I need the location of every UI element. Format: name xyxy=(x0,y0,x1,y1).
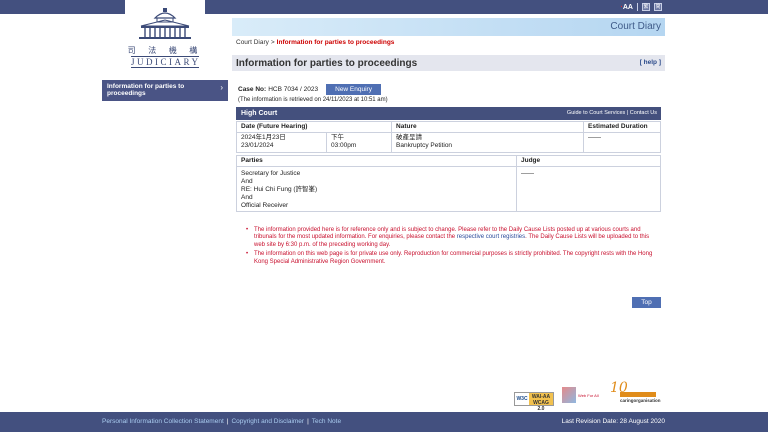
table-header-row: Date (Future Hearing) Nature Estimated D… xyxy=(235,121,661,133)
web-for-all-badge[interactable]: Web For All xyxy=(562,384,602,406)
w3c-text: W3C xyxy=(516,396,528,402)
party-line: And xyxy=(241,178,253,185)
page-title: Information for parties to proceedings xyxy=(236,58,418,69)
breadcrumb-root-link[interactable]: Court Diary xyxy=(236,39,269,46)
column-header-parties: Parties xyxy=(236,155,517,167)
case-info-row: Case No: HCB 7034 / 2023 New Enquiry xyxy=(238,84,382,95)
party-line: RE: Hui Chi Fung (許智峯) xyxy=(241,186,318,193)
court-building-icon xyxy=(139,8,191,39)
footer-link-tech-note[interactable]: Tech Note xyxy=(312,418,341,425)
party-line: Secretary for Justice xyxy=(241,170,301,177)
hearing-time-cn: 下午 xyxy=(331,134,344,141)
font-size-label: AA xyxy=(622,3,633,11)
party-line: And xyxy=(241,194,253,201)
hearing-time-en: 03:00pm xyxy=(331,141,357,149)
hearing-time-cell: 下午 03:00pm xyxy=(325,132,393,153)
hearing-date-cell: 2024年1月23日 23/01/2024 xyxy=(236,132,327,153)
w3c-wcag-badge[interactable]: W3C WAI-AA WCAG 2.0 xyxy=(514,392,554,412)
column-header-duration: Estimated Duration xyxy=(583,121,661,133)
breadcrumb-current: Information for parties to proceedings xyxy=(276,39,395,46)
wcag-text: WAI-AA WCAG 2.0 xyxy=(529,393,553,412)
hearing-nature-cn: 破產呈請 xyxy=(396,134,423,141)
table-row: Secretary for Justice And RE: Hui Chi Fu… xyxy=(236,166,661,212)
sidebar-item-label: Information for parties to proceedings xyxy=(107,83,185,97)
footer-link-copyright[interactable]: Copyright and Disclaimer xyxy=(231,418,304,425)
column-header-date: Date (Future Hearing) xyxy=(235,121,393,133)
app-title: Court Diary xyxy=(610,21,661,32)
chevron-right-icon: › xyxy=(220,83,223,92)
court-name: High Court xyxy=(241,110,278,117)
case-number-label: Case No: xyxy=(238,86,267,93)
footer: Personal Information Collection Statemen… xyxy=(0,412,768,432)
breadcrumb: Court Diary > Information for parties to p… xyxy=(236,39,394,46)
court-header: High Court Guide to Court Services | Con… xyxy=(236,107,661,120)
page-heading: Information for parties to proceedings [… xyxy=(232,55,665,71)
judiciary-logo[interactable]: 司 法 機 構 JUDICIARY xyxy=(125,0,205,70)
table-row: 2024年1月23日 23/01/2024 下午 03:00pm 破產呈請 Ba… xyxy=(236,132,661,153)
sidebar-item-parties-info[interactable]: Information for parties to proceedings › xyxy=(102,80,228,101)
table-header-row: Parties Judge xyxy=(236,155,661,167)
hearing-duration-cell: —— xyxy=(583,132,661,153)
court-registries-link[interactable]: respective court registries xyxy=(457,234,525,240)
new-enquiry-button[interactable]: New Enquiry xyxy=(326,84,382,95)
column-header-judge: Judge xyxy=(516,155,661,167)
footer-link-privacy[interactable]: Personal Information Collection Statemen… xyxy=(102,418,224,425)
caring-text: caringorganisation xyxy=(620,398,661,403)
hearing-nature-cell: 破產呈請 Bankruptcy Petition xyxy=(391,132,585,153)
help-link[interactable]: [ help ] xyxy=(640,59,661,66)
traditional-chinese-button[interactable]: 繁 xyxy=(642,3,650,11)
disclaimer-notes: The information provided here is for ref… xyxy=(246,227,658,268)
logo-chinese-text: 司 法 機 構 xyxy=(127,46,203,55)
party-line: Official Receiver xyxy=(241,202,289,209)
tool-divider xyxy=(637,3,638,11)
retrieved-note: (The information is retrieved on 24/11/2… xyxy=(238,97,388,103)
breadcrumb-separator: > xyxy=(270,39,275,46)
list-item: The information on this web page is for … xyxy=(246,251,658,266)
caring-organisation-badge[interactable]: 10 caringorganisation xyxy=(610,380,661,406)
hearing-nature-en: Bankruptcy Petition xyxy=(396,141,453,149)
wcag-version: WCAG 2.0 xyxy=(533,400,549,412)
hearing-date-cn: 2024年1月23日 xyxy=(241,134,286,141)
logo-english-text: JUDICIARY xyxy=(131,56,201,68)
web-for-all-icon xyxy=(562,387,576,403)
font-size-toggle[interactable]: ·AA xyxy=(621,4,633,11)
revision-date: Last Revision Date: 28 August 2020 xyxy=(561,418,665,425)
case-number-value: HCB 7034 / 2023 xyxy=(268,86,319,93)
simplified-chinese-button[interactable]: 简 xyxy=(654,3,662,11)
accessibility-badges: W3C WAI-AA WCAG 2.0 Web For All 10 caring… xyxy=(514,380,661,412)
court-links[interactable]: Guide to Court Services | Contact Us xyxy=(567,110,657,116)
hearing-date-en: 23/01/2024 xyxy=(241,141,274,149)
column-header-nature: Nature xyxy=(391,121,585,133)
parties-cell: Secretary for Justice And RE: Hui Chi Fu… xyxy=(236,166,517,212)
caring-bar xyxy=(620,392,656,397)
list-item: The information provided here is for ref… xyxy=(246,227,658,249)
top-tools: ·AA 繁 简 xyxy=(621,2,662,12)
header-band: Court Diary xyxy=(232,18,665,36)
web-for-all-text: Web For All xyxy=(578,392,599,398)
footer-links: Personal Information Collection Statemen… xyxy=(102,418,341,425)
footer-separator: | xyxy=(307,418,309,425)
parties-table: Parties Judge Secretary for Justice And … xyxy=(236,155,661,212)
judge-cell: —— xyxy=(516,166,661,212)
hearing-table: Date (Future Hearing) Nature Estimated D… xyxy=(235,121,661,153)
footer-separator: | xyxy=(226,418,229,425)
back-to-top-button[interactable]: Top xyxy=(632,297,661,308)
note-text: The information on this web page is for … xyxy=(254,251,653,265)
